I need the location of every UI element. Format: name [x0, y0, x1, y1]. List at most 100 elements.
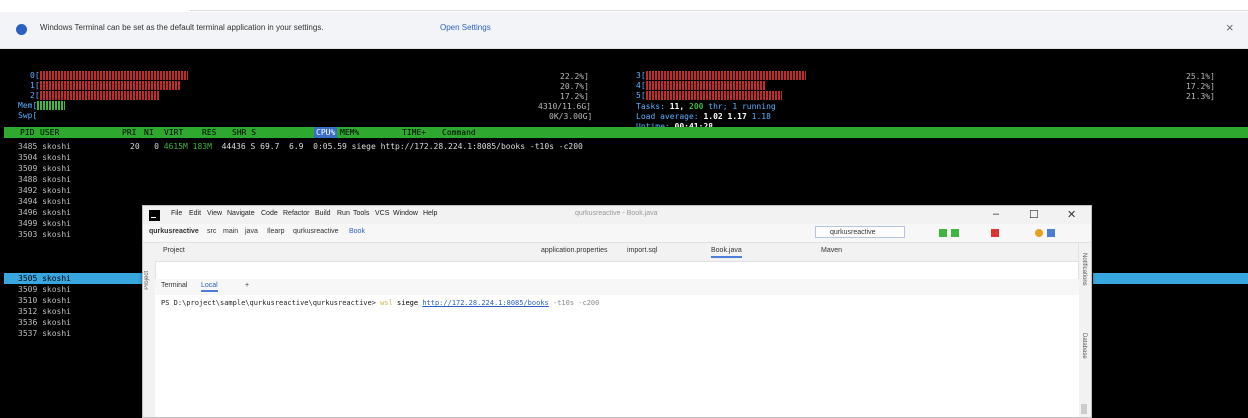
- info-icon: [16, 24, 27, 35]
- menu-file[interactable]: File: [171, 210, 182, 217]
- cpu1-meter: 1[: [30, 81, 180, 91]
- table-row[interactable]: 3488 skoshi: [18, 174, 71, 185]
- cpu4-percent: 17.2%]: [1186, 82, 1215, 91]
- tab-import-sql[interactable]: import.sql: [627, 247, 657, 254]
- menu-help[interactable]: Help: [423, 210, 437, 217]
- menu-refactor[interactable]: Refactor: [283, 210, 309, 217]
- build-icon[interactable]: [939, 229, 947, 237]
- new-terminal-button[interactable]: +: [245, 282, 249, 289]
- cpu1-percent: 20.7%]: [560, 82, 589, 91]
- menu-navigate[interactable]: Navigate: [227, 210, 255, 217]
- cpu3-meter: 3[: [636, 71, 806, 81]
- ide-terminal[interactable]: PS D:\project\sample\qurkusreactive\qurk…: [155, 295, 1079, 417]
- col-cpu[interactable]: CPU%: [314, 127, 338, 138]
- menu-code[interactable]: Code: [261, 210, 278, 217]
- menu-build[interactable]: Build: [315, 210, 331, 217]
- tab-maven[interactable]: Maven: [821, 247, 842, 254]
- menu-window[interactable]: Window: [393, 210, 418, 217]
- load-average-line: Load average: 1.02 1.17 1.18: [636, 112, 771, 121]
- run-config-selector[interactable]: qurkusreactive: [815, 226, 905, 238]
- intellij-logo-icon: [149, 210, 160, 221]
- table-row[interactable]: 3537 skoshi: [18, 328, 71, 339]
- mem-value: 4310/11.6G]: [538, 102, 591, 111]
- table-row[interactable]: 3509 skoshi: [18, 284, 71, 295]
- cpu0-percent: 22.2%]: [560, 72, 589, 81]
- breadcrumb-class[interactable]: Book: [349, 228, 365, 235]
- breadcrumb-project[interactable]: qurkusreactive: [149, 228, 199, 235]
- table-row[interactable]: 3510 skoshi: [18, 295, 71, 306]
- breadcrumb-src[interactable]: src: [207, 228, 216, 235]
- menu-tools[interactable]: Tools: [353, 210, 369, 217]
- col-pri[interactable]: PRI: [122, 127, 136, 138]
- update-icon[interactable]: [1035, 229, 1043, 237]
- infobar-message: Windows Terminal can be set as the defau…: [40, 23, 324, 32]
- col-mem[interactable]: MEM%: [340, 127, 359, 138]
- table-row-selected[interactable]: 3505 skoshi: [4, 273, 155, 284]
- database-label[interactable]: Database: [1081, 333, 1087, 359]
- breadcrumb-package[interactable]: Ilearp: [267, 228, 285, 235]
- open-settings-link[interactable]: Open Settings: [440, 23, 491, 32]
- table-row[interactable]: 3504 skoshi: [18, 152, 71, 163]
- tab-local[interactable]: Local: [201, 282, 218, 292]
- cpu2-meter: 2[: [30, 91, 160, 101]
- swap-meter: Swp[: [18, 111, 38, 120]
- tab-book-java[interactable]: Book.java: [711, 247, 742, 258]
- menu-vcs[interactable]: VCS: [375, 210, 389, 217]
- ide-logo-icon[interactable]: [1047, 229, 1055, 237]
- table-row[interactable]: 3536 skoshi: [18, 317, 71, 328]
- tasks-line: Tasks: 11, 200 thr; 1 running: [636, 102, 776, 111]
- stop-icon[interactable]: [991, 229, 999, 237]
- menu-run[interactable]: Run: [337, 210, 350, 217]
- cpu5-meter: 5[: [636, 91, 782, 101]
- close-icon[interactable]: ×: [1226, 20, 1234, 35]
- intellij-window[interactable]: File Edit View Navigate Code Refactor Bu…: [142, 205, 1092, 418]
- project-tool-label[interactable]: Project: [163, 247, 185, 254]
- notifications-label[interactable]: Notifications: [1081, 253, 1087, 286]
- editor-tab-bar: Project application.properties import.sq…: [143, 243, 1091, 262]
- close-window-button[interactable]: ✕: [1067, 208, 1076, 221]
- terminal-tab-bar: Terminal Local +: [155, 279, 1079, 295]
- breadcrumb-module[interactable]: qurkusreactive: [293, 228, 339, 235]
- col-virt[interactable]: VIRT: [164, 127, 183, 138]
- mem-meter: Mem[: [18, 101, 66, 111]
- tab-strip: [0, 0, 1248, 12]
- cpu2-percent: 17.2%]: [560, 92, 589, 101]
- table-row[interactable]: 3499 skoshi: [18, 218, 71, 229]
- table-row[interactable]: 3503 skoshi: [18, 229, 71, 240]
- breadcrumb-java[interactable]: java: [245, 228, 258, 235]
- minimize-button[interactable]: –: [993, 208, 999, 220]
- selected-row-highlight: [1093, 273, 1248, 284]
- col-command[interactable]: Command: [442, 127, 476, 138]
- col-time[interactable]: TIME+: [402, 127, 426, 138]
- col-shr[interactable]: SHR S: [232, 127, 256, 138]
- scrollbar[interactable]: [1081, 404, 1087, 414]
- window-title: qurkusreactive - Book.java: [575, 210, 658, 217]
- default-terminal-infobar: Windows Terminal can be set as the defau…: [0, 12, 1248, 49]
- table-row[interactable]: 3509 skoshi: [18, 163, 71, 174]
- process-row-details: 20 0 4615M 183M 44436 S 69.7 6.9 0:05.59…: [130, 142, 583, 151]
- swap-value: 0K/3.00G]: [549, 112, 593, 121]
- maximize-button[interactable]: ☐: [1029, 208, 1039, 221]
- terminal-prompt-line: PS D:\project\sample\qurkusreactive\qurk…: [161, 299, 600, 307]
- breadcrumb-main[interactable]: main: [223, 228, 238, 235]
- cpu5-percent: 21.3%]: [1186, 92, 1215, 101]
- table-row[interactable]: 3492 skoshi: [18, 185, 71, 196]
- cpu0-meter: 0[: [30, 71, 188, 81]
- table-row[interactable]: 3485 skoshi: [18, 141, 71, 152]
- navigation-bar: qurkusreactive src main java Ilearp qurk…: [143, 224, 1091, 243]
- table-row[interactable]: 3512 skoshi: [18, 306, 71, 317]
- run-icon[interactable]: [951, 229, 959, 237]
- col-user[interactable]: USER: [40, 127, 59, 138]
- menu-view[interactable]: View: [207, 210, 222, 217]
- table-row[interactable]: 3494 skoshi: [18, 196, 71, 207]
- col-ni[interactable]: NI: [144, 127, 154, 138]
- cpu4-meter: 4[: [636, 81, 766, 91]
- terminal-label: Terminal: [161, 282, 188, 289]
- col-pid[interactable]: PID: [20, 127, 34, 138]
- menu-edit[interactable]: Edit: [189, 210, 201, 217]
- right-tool-strip: Notifications Database: [1078, 243, 1091, 417]
- ide-title-bar: File Edit View Navigate Code Refactor Bu…: [143, 206, 1091, 224]
- col-res[interactable]: RES: [202, 127, 216, 138]
- table-row[interactable]: 3496 skoshi: [18, 207, 71, 218]
- tab-application-properties[interactable]: application.properties: [541, 247, 608, 254]
